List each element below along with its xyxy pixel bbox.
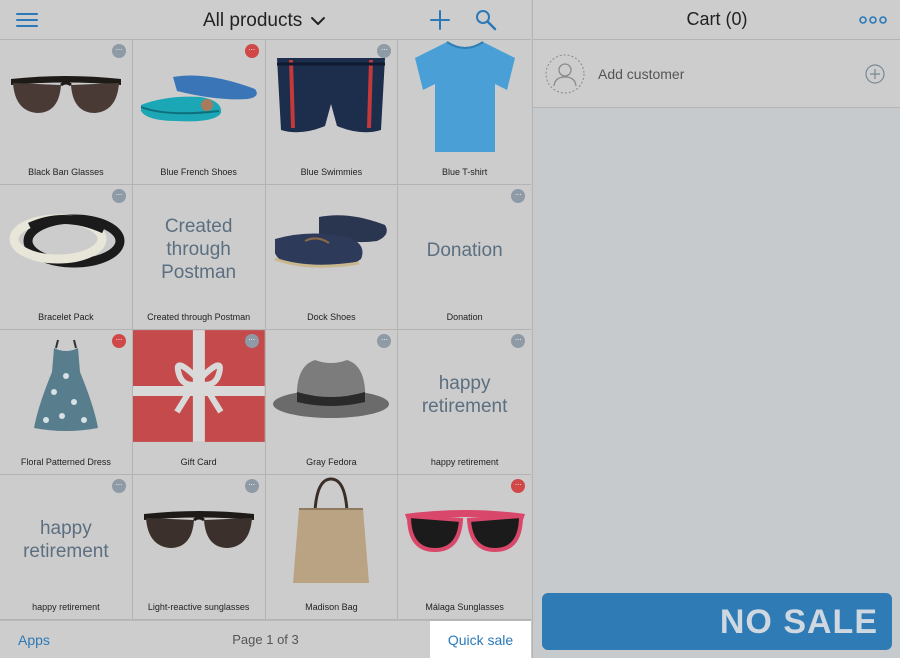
plus-circle-icon[interactable]	[865, 64, 885, 84]
product-tile-light-reactive-sunglasses[interactable]: ··· Light-reactive sunglasses	[132, 475, 266, 620]
product-name: Bracelet Pack	[38, 312, 94, 322]
products-footer: Apps Page 1 of 3 Quick sale	[0, 620, 531, 658]
more-dots-icon[interactable]: ···	[111, 479, 126, 493]
product-name: Created through Postman	[147, 312, 251, 322]
product-tile-donation[interactable]: Donation ··· Donation	[398, 185, 531, 330]
product-image	[0, 40, 132, 152]
more-dots-icon[interactable]: ···	[111, 44, 126, 58]
product-image	[266, 185, 398, 297]
product-name: Málaga Sunglasses	[425, 602, 504, 612]
product-name: Donation	[446, 312, 483, 322]
product-tile-happy-retirement-2[interactable]: happy retirement ··· happy retirement	[0, 475, 133, 620]
cart-header: Cart (0)	[533, 0, 900, 40]
product-name: Blue T-shirt	[441, 167, 488, 177]
add-customer-row[interactable]: Add customer	[533, 40, 900, 108]
product-text-image: Created through Postman	[161, 216, 237, 283]
page-title: All products	[203, 10, 303, 31]
product-image	[266, 40, 398, 152]
product-image	[398, 475, 531, 587]
chevron-down-icon	[311, 17, 326, 25]
product-tile-blue-swimmies[interactable]: ··· Blue Swimmies	[265, 40, 399, 185]
product-tile-bracelet-pack[interactable]: ··· Bracelet Pack	[0, 185, 133, 330]
product-name: Black Ban Glasses	[28, 167, 104, 177]
product-grid: ··· Black Ban Glasses ··· Blue French Sh…	[0, 40, 531, 620]
product-tile-floral-patterned-dress[interactable]: ··· Floral Patterned Dress	[0, 330, 133, 475]
product-text-image: happy retirement	[421, 373, 508, 417]
more-dots-icon[interactable]: ···	[511, 189, 525, 203]
product-tile-created-through-postman[interactable]: Created through Postman Created through …	[132, 185, 266, 330]
more-dots-icon[interactable]: ···	[244, 44, 259, 58]
product-image	[398, 40, 531, 152]
user-avatar-icon	[545, 54, 585, 94]
product-tile-madison-bag[interactable]: Madison Bag	[265, 475, 399, 620]
cart-pane: Cart (0) Add customer NO SALE	[532, 0, 900, 658]
add-customer-label: Add customer	[598, 66, 685, 82]
product-name: Gift Card	[180, 457, 217, 467]
plus-icon[interactable]	[429, 9, 451, 31]
product-image	[266, 475, 398, 587]
more-dots-icon[interactable]: ···	[511, 334, 525, 348]
product-name: Blue Swimmies	[300, 167, 363, 177]
more-dots-icon[interactable]	[859, 14, 887, 26]
product-image	[133, 40, 265, 152]
product-image	[133, 475, 265, 587]
product-tile-dock-shoes[interactable]: Dock Shoes	[265, 185, 399, 330]
more-dots-icon[interactable]: ···	[111, 334, 126, 348]
product-tile-gray-fedora[interactable]: ··· Gray Fedora	[265, 330, 399, 475]
cart-title: Cart (0)	[686, 9, 748, 29]
products-pane: All products ··· Black Ban Glasses ··· B…	[0, 0, 531, 658]
product-filter-dropdown[interactable]: All products	[203, 8, 326, 34]
more-dots-icon[interactable]: ···	[244, 479, 259, 493]
products-header: All products	[0, 0, 531, 40]
product-name: Blue French Shoes	[160, 167, 237, 177]
more-dots-icon[interactable]: ···	[111, 189, 126, 203]
product-tile-malaga-sunglasses[interactable]: ··· Málaga Sunglasses	[398, 475, 531, 620]
product-tile-gift-card[interactable]: ··· Gift Card	[132, 330, 266, 475]
product-tile-blue-t-shirt[interactable]: Blue T-shirt	[398, 40, 531, 185]
product-name: happy retirement	[32, 602, 100, 612]
product-text-image: Donation	[426, 240, 503, 261]
no-sale-button[interactable]: NO SALE	[542, 593, 892, 650]
product-tile-black-ban-glasses[interactable]: ··· Black Ban Glasses	[0, 40, 133, 185]
product-tile-blue-french-shoes[interactable]: ··· Blue French Shoes	[132, 40, 266, 185]
quick-sale-button[interactable]: Quick sale	[430, 621, 531, 658]
product-name: Madison Bag	[305, 602, 358, 612]
product-tile-happy-retirement[interactable]: happy retirement ··· happy retirement	[398, 330, 531, 475]
more-dots-icon[interactable]: ···	[244, 334, 259, 348]
more-dots-icon[interactable]: ···	[511, 479, 525, 493]
hamburger-icon[interactable]	[16, 10, 38, 30]
search-icon[interactable]	[475, 9, 497, 31]
product-name: Dock Shoes	[307, 312, 356, 322]
product-name: Light-reactive sunglasses	[147, 602, 250, 612]
product-image	[266, 330, 398, 442]
product-text-image: happy retirement	[23, 518, 109, 562]
product-image	[0, 185, 132, 297]
product-name: Gray Fedora	[306, 457, 357, 467]
product-name: happy retirement	[430, 457, 499, 467]
product-image	[0, 330, 132, 442]
product-image	[132, 330, 265, 442]
product-name: Floral Patterned Dress	[20, 457, 111, 467]
